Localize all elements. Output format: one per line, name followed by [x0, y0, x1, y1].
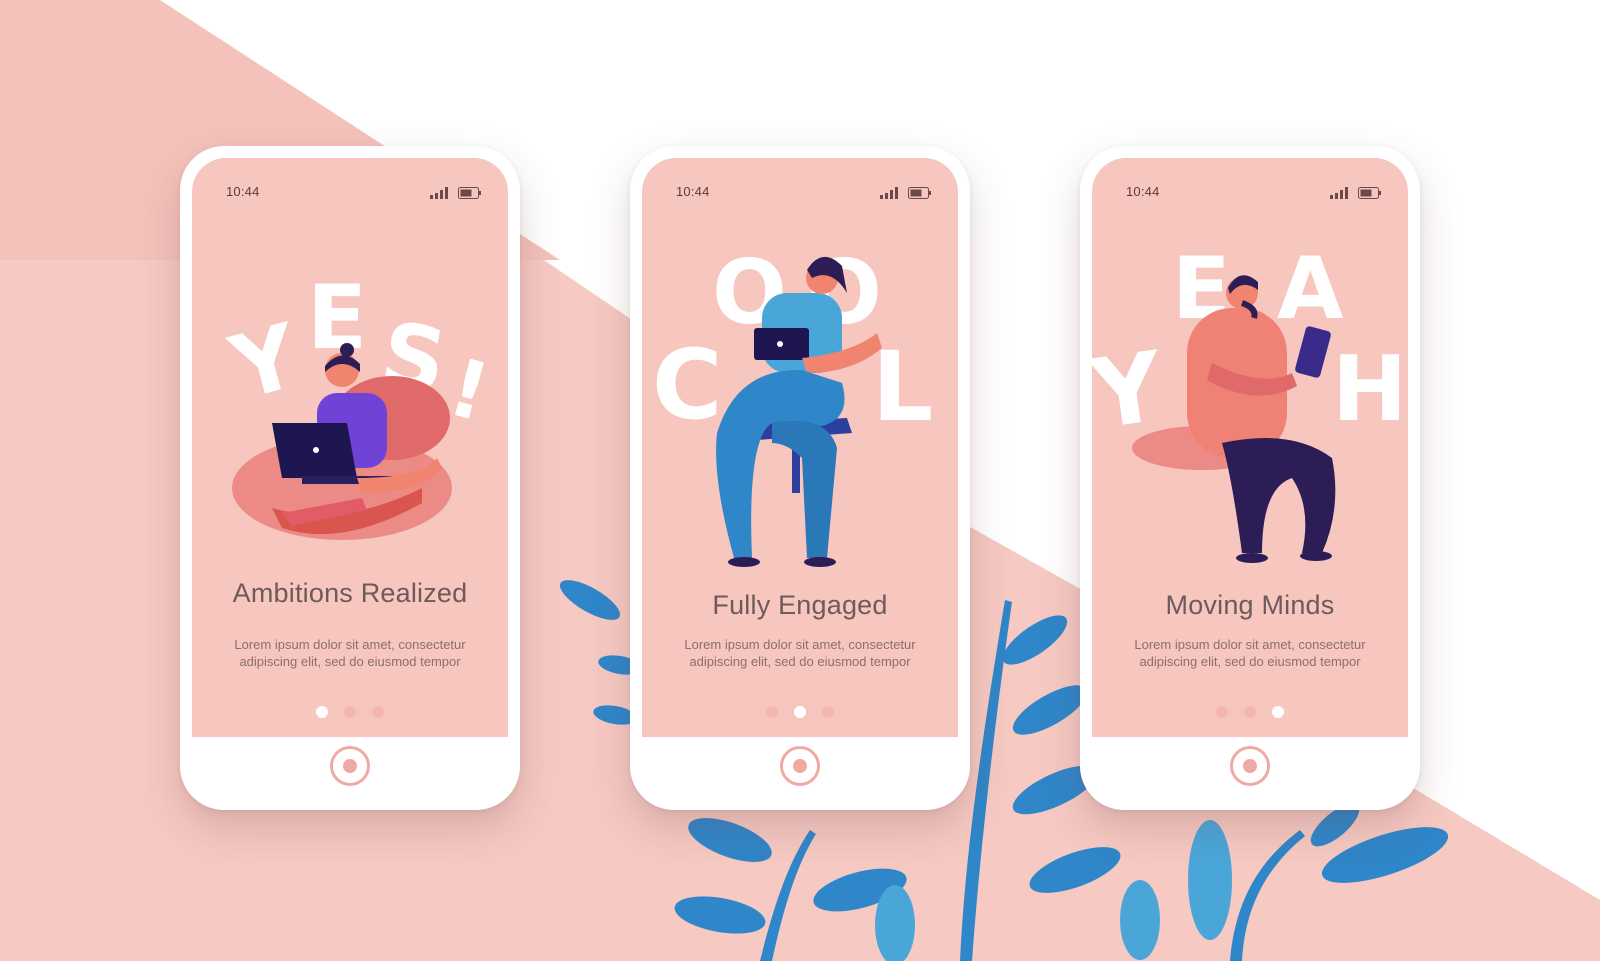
screen-body: Lorem ipsum dolor sit amet, consectetur …	[230, 636, 470, 670]
phone-mockup-3: 10:44 E A Y H Moving Minds Lorem ipsum d…	[1080, 146, 1420, 810]
screen-title: Ambitions Realized	[232, 578, 468, 608]
page-dot-1[interactable]	[1216, 706, 1228, 718]
phone-mockup-2: 10:44 O O C L Fully Engaged Lorem ipsum …	[630, 146, 970, 810]
home-button-icon	[343, 759, 357, 773]
page-dot-3[interactable]	[372, 706, 384, 718]
illustration-woman-laptop-stool	[716, 256, 882, 567]
home-button[interactable]	[1230, 746, 1270, 786]
page-dot-2[interactable]	[1244, 706, 1256, 718]
onboarding-screen-3: 10:44 E A Y H Moving Minds Lorem ipsum d…	[1092, 158, 1408, 737]
illustration-woman-laptop-beanbag	[232, 343, 452, 540]
page-dot-3[interactable]	[822, 706, 834, 718]
page-dot-2[interactable]	[794, 706, 806, 718]
page-dot-3[interactable]	[1272, 706, 1284, 718]
home-button-icon	[793, 759, 807, 773]
body-line-1: Lorem ipsum dolor sit amet, consectetur	[1134, 637, 1366, 652]
screen-title: Fully Engaged	[712, 590, 888, 620]
page-dot-1[interactable]	[316, 706, 328, 718]
home-button-icon	[1243, 759, 1257, 773]
screen-body: Lorem ipsum dolor sit amet, consectetur …	[1130, 636, 1370, 670]
body-line-2: adipiscing elit, sed do eiusmod tempor	[239, 654, 461, 669]
body-line-2: adipiscing elit, sed do eiusmod tempor	[689, 654, 911, 669]
onboarding-screen-2: 10:44 O O C L Fully Engaged Lorem ipsum …	[642, 158, 958, 737]
illustration-man-tablet	[1132, 275, 1336, 563]
page-indicator	[642, 706, 958, 718]
page-indicator	[1092, 706, 1408, 718]
screen-body: Lorem ipsum dolor sit amet, consectetur …	[680, 636, 920, 670]
body-line-1: Lorem ipsum dolor sit amet, consectetur	[684, 637, 916, 652]
home-button[interactable]	[330, 746, 370, 786]
phone-mockup-1: 10:44 Y E S ! Ambitions Realized Lorem i…	[180, 146, 520, 810]
page-dot-2[interactable]	[344, 706, 356, 718]
page-indicator	[192, 706, 508, 718]
page-dot-1[interactable]	[766, 706, 778, 718]
screen-title: Moving Minds	[1165, 590, 1335, 620]
body-line-1: Lorem ipsum dolor sit amet, consectetur	[234, 637, 466, 652]
body-line-2: adipiscing elit, sed do eiusmod tempor	[1139, 654, 1361, 669]
home-button[interactable]	[780, 746, 820, 786]
onboarding-screen-1: 10:44 Y E S ! Ambitions Realized Lorem i…	[192, 158, 508, 737]
